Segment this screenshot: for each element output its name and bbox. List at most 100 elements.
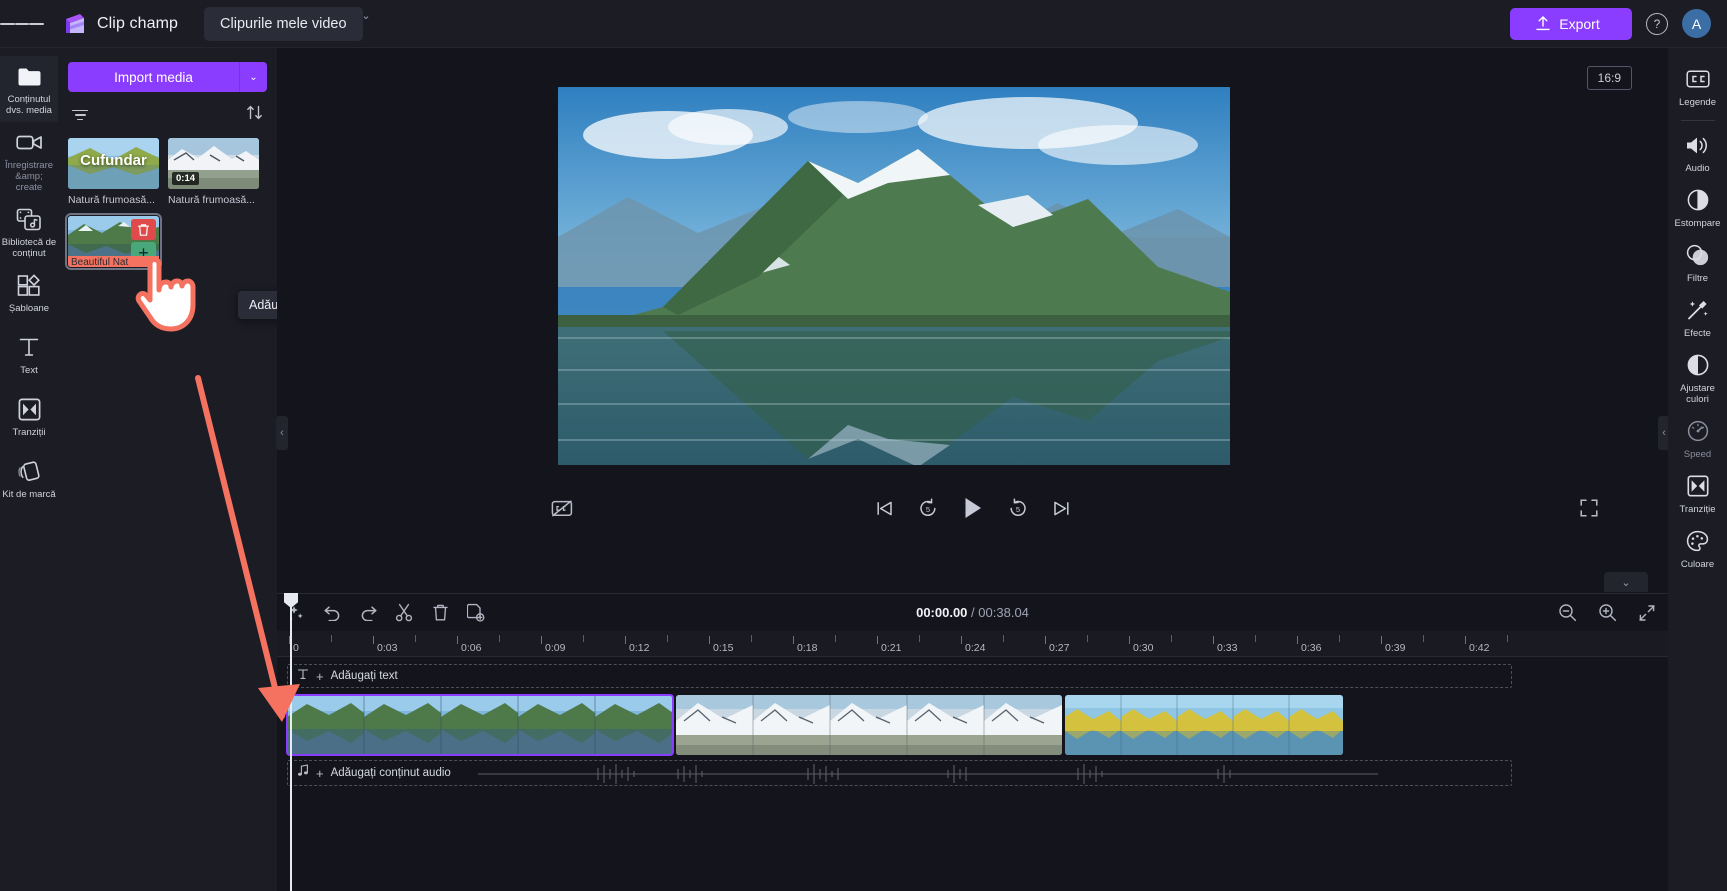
add-audio-track[interactable]: + Adăugați conținut audio [287, 760, 1512, 786]
media-item-3[interactable]: + Beautiful Nat [65, 213, 162, 270]
sidebar-item-brand-kit[interactable]: Kit de marcă [0, 451, 58, 513]
aspect-ratio-button[interactable]: 16:9 [1586, 66, 1632, 90]
timeline: ⌄ 00:00.00 / 00:38.04 0 0:03 0:06 0:09 0… [277, 572, 1668, 891]
color-adjust-icon [1687, 352, 1709, 378]
right-item-color[interactable]: Culoare [1668, 520, 1727, 575]
media-thumbnail[interactable]: + Beautiful Nat [65, 213, 162, 270]
right-item-fade[interactable]: Estompare [1668, 179, 1727, 234]
left-sidebar: Conținutul dvs. media Înregistrare &amp;… [0, 48, 58, 891]
menu-hamburger-icon[interactable] [0, 0, 45, 48]
rewind-5s-icon[interactable]: 5 [918, 498, 938, 518]
timeline-ruler[interactable]: 0 0:03 0:06 0:09 0:12 0:15 0:18 0:21 0:2… [277, 631, 1668, 657]
sidebar-item-content-library-label: Bibliotecă de conținut [1, 237, 57, 259]
right-item-color-adjust[interactable]: Ajustare culori [1668, 344, 1727, 410]
play-icon[interactable] [962, 496, 984, 520]
collapse-left-panel-handle[interactable]: ‹ [276, 416, 288, 450]
captions-cc-icon [1685, 66, 1710, 92]
sidebar-item-media[interactable]: Conținutul dvs. media [0, 56, 58, 122]
clipchamp-logo-icon [62, 12, 88, 36]
transitions-icon [18, 396, 41, 422]
add-text-label: Adăugați text [330, 670, 398, 682]
media-thumbnail[interactable]: Cufundar [68, 138, 159, 189]
templates-icon [17, 272, 41, 298]
sidebar-item-transitions[interactable]: Tranziții [0, 389, 58, 451]
sidebar-item-templates-label: Șabloane [8, 303, 50, 314]
timeline-clip-3[interactable] [1065, 695, 1343, 755]
fullscreen-icon[interactable] [1580, 499, 1598, 517]
filter-icon[interactable] [72, 107, 88, 124]
timeline-clip-2[interactable] [676, 695, 1062, 755]
right-item-speed-label: Speed [1683, 449, 1712, 460]
import-media-dropdown[interactable]: ⌄ [239, 62, 267, 92]
delete-media-button[interactable] [131, 219, 156, 240]
media-thumbnail[interactable]: 0:14 [168, 138, 259, 189]
right-item-audio[interactable]: Audio [1668, 124, 1727, 179]
fade-icon [1687, 187, 1709, 213]
tab-label: Clipurile mele video [220, 15, 347, 32]
sidebar-item-text[interactable]: Text [0, 327, 58, 389]
right-item-effects[interactable]: Efecte [1668, 289, 1727, 344]
svg-text:5: 5 [1015, 505, 1019, 514]
fit-to-screen-icon[interactable] [1636, 602, 1658, 624]
forward-5s-icon[interactable]: 5 [1008, 498, 1028, 518]
sidebar-item-record-create[interactable]: Înregistrare &amp; create [0, 122, 58, 199]
right-item-transition-label: Tranziție [1679, 504, 1716, 515]
folder-icon [17, 63, 42, 89]
avatar-initial: A [1691, 15, 1702, 32]
filters-icon [1686, 242, 1709, 268]
sidebar-item-content-library[interactable]: Bibliotecă de conținut [0, 199, 58, 265]
sidebar-item-text-label: Text [20, 365, 38, 376]
svg-text:5: 5 [925, 505, 929, 514]
chevron-down-icon: ⌄ [361, 9, 371, 22]
sidebar-item-brand-kit-label: Kit de marcă [2, 489, 56, 500]
collapse-timeline-button[interactable]: ⌄ [1604, 572, 1648, 592]
right-item-filters[interactable]: Filtre [1668, 234, 1727, 289]
sort-icon[interactable] [246, 104, 263, 126]
text-icon [18, 334, 40, 360]
playhead[interactable] [284, 593, 298, 891]
right-item-speed[interactable]: Speed [1668, 410, 1727, 465]
zoom-out-icon[interactable] [1556, 602, 1578, 624]
text-T-icon [297, 667, 309, 685]
current-time: 00:00.00 [916, 605, 968, 620]
timeline-zoom-controls [1556, 602, 1658, 624]
add-audio-label: Adăugați conținut audio [330, 767, 451, 779]
add-audio-plus: + [316, 765, 324, 781]
upload-icon [1536, 16, 1550, 31]
total-time: 00:38.04 [978, 605, 1029, 620]
zoom-in-icon[interactable] [1596, 602, 1618, 624]
export-button[interactable]: Export [1510, 7, 1632, 40]
import-media-button[interactable]: Import media [68, 62, 239, 92]
top-bar-right: Export ? A [1510, 7, 1727, 40]
effects-wand-icon [1686, 297, 1709, 323]
sidebar-item-templates[interactable]: Șabloane [0, 265, 58, 327]
import-media-row: Import media ⌄ [68, 62, 267, 92]
right-item-effects-label: Efecte [1684, 328, 1711, 339]
sidebar-item-transitions-label: Tranziții [12, 427, 46, 438]
right-item-fade-label: Estompare [1674, 218, 1721, 229]
media-item-1[interactable]: Cufundar Natură frumoasă... [68, 138, 159, 206]
add-text-track[interactable]: + Adăugați text [287, 664, 1512, 688]
right-item-audio-label: Audio [1685, 163, 1710, 174]
speedometer-icon [1687, 418, 1709, 444]
help-icon[interactable]: ? [1646, 12, 1668, 35]
right-item-captions[interactable]: Legende [1668, 58, 1727, 113]
timeline-timecode: 00:00.00 / 00:38.04 [277, 605, 1668, 620]
clipchamp-app: Clip champ Clipurile mele video ⌄ Export… [0, 0, 1727, 891]
skip-to-start-icon[interactable] [875, 499, 894, 518]
media-caption: Natură frumoasă... [68, 194, 155, 206]
media-overlay-title: Cufundar [80, 152, 147, 169]
right-item-color-adjust-label: Ajustare culori [1680, 383, 1715, 405]
media-item-2[interactable]: 0:14 Natură frumoasă... [168, 138, 259, 206]
tab-my-videos[interactable]: Clipurile mele video ⌄ [204, 6, 371, 41]
content-library-icon [16, 206, 42, 232]
right-item-transition[interactable]: Tranziție [1668, 465, 1727, 520]
media-panel: Import media ⌄ Cufundar Natură frumoasă.… [58, 48, 384, 891]
avatar[interactable]: A [1682, 9, 1711, 38]
preview-controls: 5 5 [277, 488, 1668, 528]
skip-to-end-icon[interactable] [1052, 499, 1071, 518]
media-tools-row [68, 104, 267, 126]
timeline-clip-1[interactable] [286, 694, 674, 756]
timeline-tracks: + Adăugați text + Adăugați conținut audi… [277, 657, 1668, 891]
video-preview-stage[interactable] [558, 87, 1230, 465]
